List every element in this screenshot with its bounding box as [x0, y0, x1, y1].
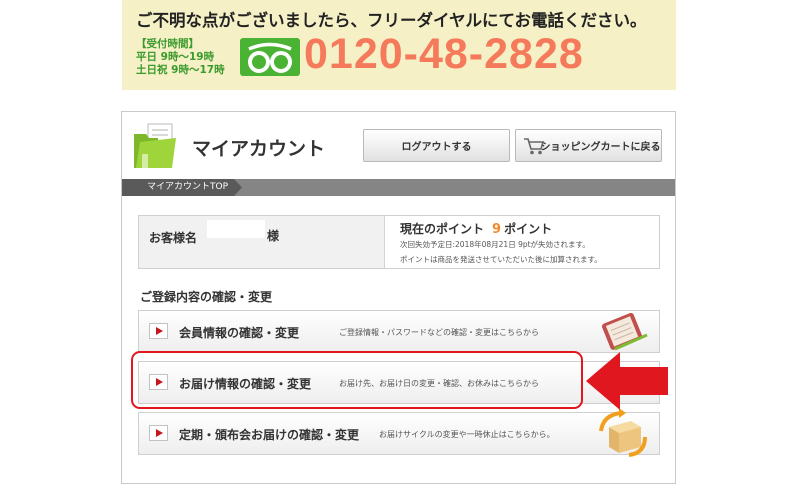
subscription-delivery-desc: お届けサイクルの変更や一時休止はこちらから。 [379, 430, 555, 439]
cycle-box-icon [595, 407, 651, 457]
points-note: ポイントは商品を発送させていただいた後に加算されます。 [400, 255, 602, 264]
subscription-delivery-title: 定期・頒布会お届けの確認・変更 [179, 428, 360, 442]
breadcrumb-item-top[interactable]: マイアカウントTOP [122, 179, 242, 196]
subscription-delivery-link[interactable]: 定期・頒布会お届けの確認・変更 お届けサイクルの変更や一時休止はこちらから。 [138, 408, 660, 457]
customer-name-panel: お客様名 様 [139, 216, 385, 268]
freedial-icon [240, 38, 300, 76]
pointing-arrow-icon [586, 352, 668, 410]
breadcrumb: マイアカウントTOP [122, 179, 675, 196]
highlight-annotation [131, 351, 583, 409]
member-info-desc: ご登録情報・パスワードなどの確認・変更はこちらから [339, 328, 539, 337]
freedial-banner: ご不明な点がございましたら、フリーダイヤルにてお電話ください。 【受付時間】 平… [122, 0, 676, 90]
logout-button-label: ログアウトする [401, 142, 472, 153]
account-summary: お客様名 様 現在のポイント 9 ポイント 次回失効予定日:2018年08月21日 … [138, 215, 660, 269]
member-info-link[interactable]: 会員情報の確認・変更 ご登録情報・パスワードなどの確認・変更はこちらから [138, 310, 660, 353]
back-to-cart-label: ショッピングカートに戻る [540, 142, 661, 153]
current-points: 現在のポイント 9 ポイント [400, 220, 552, 237]
registration-heading: ご登録内容の確認・変更 [140, 290, 273, 304]
business-hours: 【受付時間】 平日 9時～19時 土日祝 9時～17時 [136, 38, 241, 77]
hours-weekday: 平日 9時～19時 [136, 51, 215, 63]
logout-button[interactable]: ログアウトする [363, 129, 510, 162]
hours-heading: 【受付時間】 [136, 38, 199, 50]
honorific: 様 [267, 229, 280, 243]
points-unit: ポイント [504, 222, 553, 236]
points-expiry: 次回失効予定日:2018年08月21日 9ptが失効されます。 [400, 240, 590, 249]
member-info-title: 会員情報の確認・変更 [179, 326, 300, 340]
back-to-cart-button[interactable]: ショッピングカートに戻る [515, 129, 662, 162]
shopping-cart-icon [523, 136, 545, 156]
folder-icon [130, 120, 182, 172]
hours-weekend: 土日祝 9時～17時 [136, 64, 225, 76]
phone-number[interactable]: 0120-48-2828 [304, 30, 584, 79]
arrow-right-icon [149, 323, 168, 339]
points-label: 現在のポイント [400, 222, 485, 236]
customer-name-label: お客様名 [149, 231, 198, 245]
my-account-panel: マイアカウント ログアウトする ショッピングカートに戻る マイアカウントTOP … [121, 111, 676, 484]
arrow-right-icon [149, 425, 168, 441]
customer-name-redacted [207, 220, 265, 238]
notebook-icon [595, 305, 651, 355]
banner-title: ご不明な点がございましたら、フリーダイヤルにてお電話ください。 [136, 11, 647, 30]
page-title: マイアカウント [192, 138, 326, 160]
points-value: 9 [492, 222, 502, 237]
